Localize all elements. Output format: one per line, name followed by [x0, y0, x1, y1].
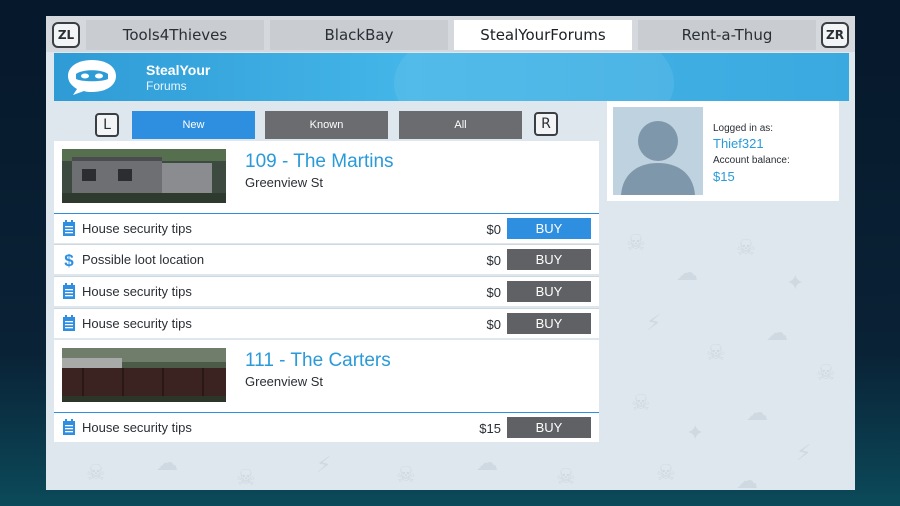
- notepad-icon: [63, 419, 75, 435]
- buy-button[interactable]: BUY: [507, 218, 591, 239]
- filter-known[interactable]: Known: [265, 111, 388, 139]
- item-label: House security tips: [82, 316, 192, 331]
- list-item: House security tips $0 BUY: [54, 308, 599, 338]
- logged-in-label: Logged in as:: [713, 123, 774, 134]
- item-price: $0: [486, 222, 501, 237]
- notepad-icon: [63, 220, 75, 236]
- list-item: House security tips $0 BUY: [54, 276, 599, 306]
- site-tab-bar: ZL Tools4Thieves BlackBay StealYourForum…: [46, 16, 855, 52]
- dollar-icon: $: [64, 251, 74, 268]
- item-label: House security tips: [82, 420, 192, 435]
- zr-shoulder-button[interactable]: ZR: [821, 22, 849, 48]
- brand-name-line2: Forums: [146, 79, 187, 93]
- app-window: ZL Tools4Thieves BlackBay StealYourForum…: [46, 16, 855, 490]
- buy-button[interactable]: BUY: [507, 313, 591, 334]
- buy-button[interactable]: BUY: [507, 249, 591, 270]
- item-price: $0: [486, 317, 501, 332]
- filter-all[interactable]: All: [399, 111, 522, 139]
- list-item: House security tips $15 BUY: [54, 412, 599, 442]
- tab-stealyourforums[interactable]: StealYourForums: [454, 20, 632, 50]
- listing-header[interactable]: 111 - The Carters Greenview St: [54, 340, 599, 412]
- listing-street: Greenview St: [245, 374, 324, 389]
- notepad-icon: [63, 315, 75, 331]
- item-price: $15: [479, 421, 501, 436]
- item-label: House security tips: [82, 284, 192, 299]
- item-price: $0: [486, 285, 501, 300]
- listing-title: 109 - The Martins: [245, 151, 394, 172]
- site-header-banner: StealYour Forums: [54, 53, 849, 101]
- tab-blackbay[interactable]: BlackBay: [270, 20, 448, 50]
- filter-new[interactable]: New: [132, 111, 255, 139]
- tab-tools4thieves[interactable]: Tools4Thieves: [86, 20, 264, 50]
- listing-header[interactable]: 109 - The Martins Greenview St: [54, 141, 599, 213]
- list-item: House security tips $0 BUY: [54, 213, 599, 243]
- account-panel: Logged in as: Thief321 Account balance: …: [607, 101, 839, 201]
- buy-button[interactable]: BUY: [507, 281, 591, 302]
- notepad-icon: [63, 283, 75, 299]
- listing-street: Greenview St: [245, 175, 324, 190]
- account-balance: $15: [713, 169, 735, 184]
- item-label: House security tips: [82, 221, 192, 236]
- brand-name-line1: StealYour: [146, 62, 211, 78]
- tab-rent-a-thug[interactable]: Rent-a-Thug: [638, 20, 816, 50]
- item-price: $0: [486, 253, 501, 268]
- item-label: Possible loot location: [82, 252, 205, 267]
- r-shoulder-button[interactable]: R: [534, 112, 558, 136]
- list-item: $ Possible loot location $0 BUY: [54, 244, 599, 274]
- l-shoulder-button[interactable]: L: [95, 113, 119, 137]
- username: Thief321: [713, 136, 764, 151]
- buy-button[interactable]: BUY: [507, 417, 591, 438]
- zl-shoulder-button[interactable]: ZL: [52, 22, 80, 48]
- masked-speech-bubble-icon: [68, 60, 116, 95]
- house-photo: [62, 149, 226, 203]
- svg-text:$: $: [64, 251, 74, 268]
- avatar: [613, 107, 703, 195]
- listing-title: 111 - The Carters: [245, 350, 391, 371]
- house-photo: [62, 348, 226, 402]
- balance-label: Account balance:: [713, 155, 790, 166]
